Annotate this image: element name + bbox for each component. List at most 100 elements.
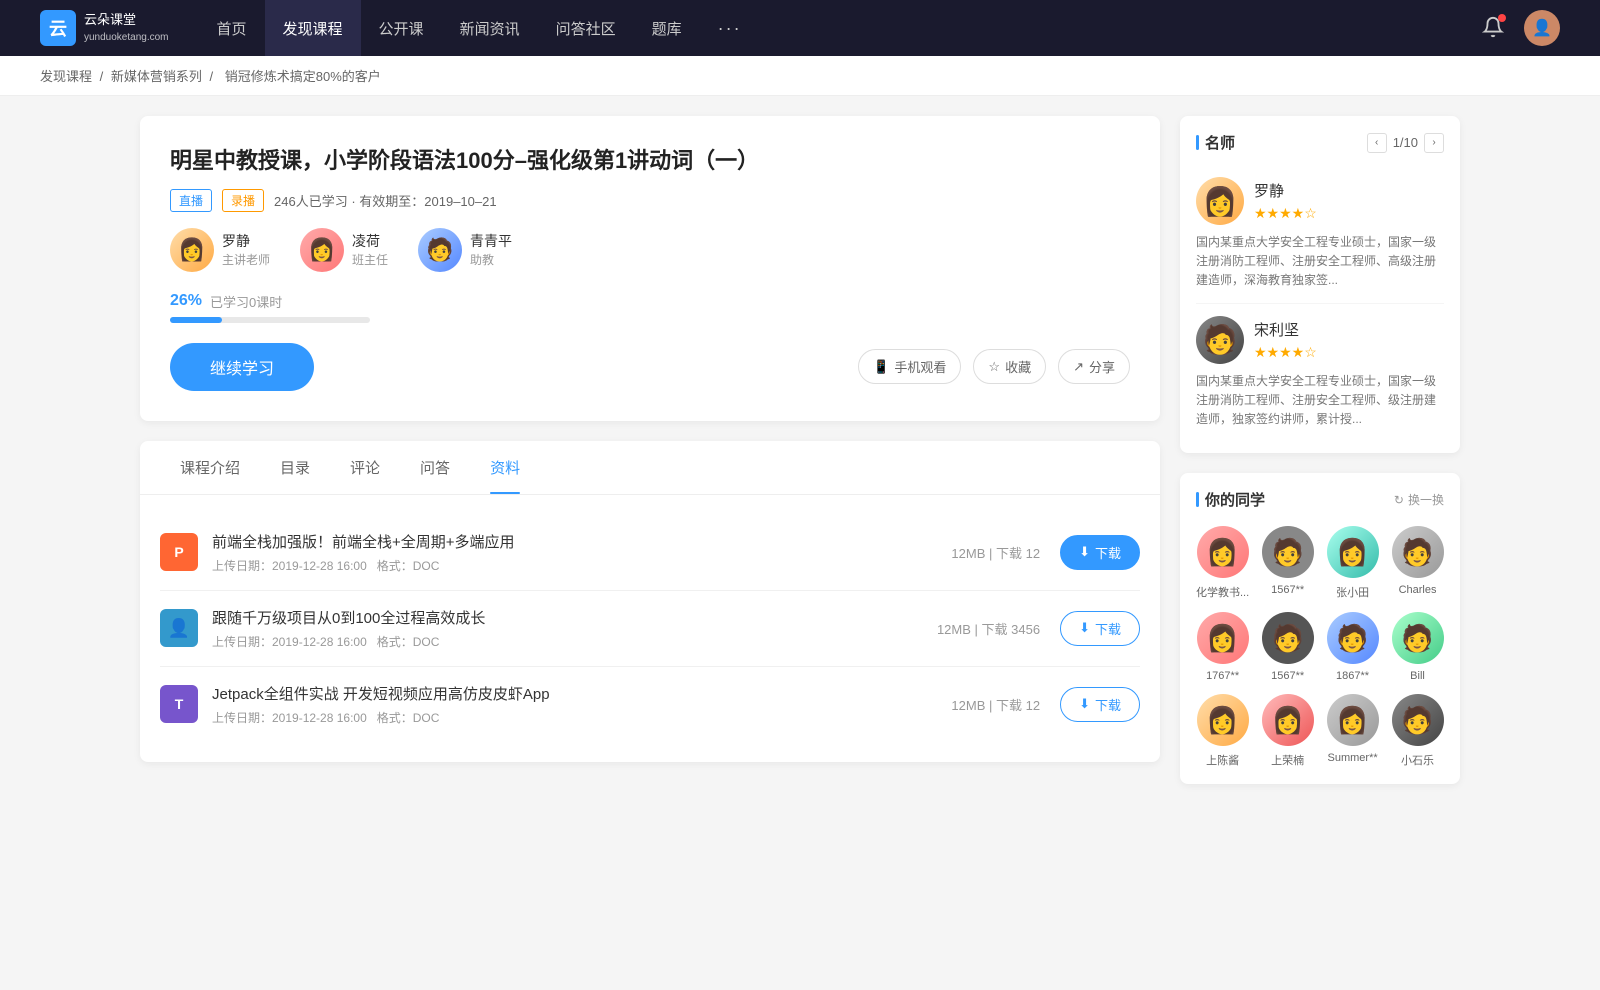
user-avatar-nav[interactable]: 👤 [1524, 10, 1560, 46]
classmate-name-8: 上陈酱 [1206, 752, 1239, 768]
file-stats-2: 12MB | 下载 12 [951, 695, 1040, 714]
download-label-1: 下载 [1095, 619, 1121, 638]
classmate-2[interactable]: 👩 张小田 [1326, 526, 1379, 600]
teacher-0: 👩 罗静 主讲老师 [170, 228, 270, 272]
logo[interactable]: 云 云朵课堂yunduoketang.com [40, 10, 169, 46]
classmate-avatar-11: 🧑 [1392, 694, 1444, 746]
progress-bar-bg [170, 317, 370, 323]
teachers-sidebar-header: 名师 ‹ 1/10 › [1180, 116, 1460, 153]
nav-open[interactable]: 公开课 [361, 0, 442, 56]
file-stats-0: 12MB | 下载 12 [951, 543, 1040, 562]
badge-live: 直播 [170, 189, 212, 212]
course-title: 明星中教授课，小学阶段语法100分–强化级第1讲动词（一） [170, 146, 1130, 177]
classmate-avatar-7: 🧑 [1392, 612, 1444, 664]
classmate-name-3: Charles [1399, 584, 1437, 596]
favorite-button[interactable]: ☆ 收藏 [973, 349, 1046, 384]
tab-toc[interactable]: 目录 [260, 441, 330, 494]
logo-text: 云朵课堂yunduoketang.com [84, 12, 169, 44]
download-button-0[interactable]: ⬇ 下载 [1060, 535, 1140, 570]
refresh-label: 换一换 [1408, 491, 1444, 508]
tab-qa[interactable]: 问答 [400, 441, 470, 494]
continue-button[interactable]: 继续学习 [170, 343, 314, 391]
breadcrumb-series[interactable]: 新媒体营销系列 [111, 69, 202, 84]
notification-dot [1498, 14, 1506, 22]
breadcrumb: 发现课程 / 新媒体营销系列 / 销冠修炼术搞定80%的客户 [0, 56, 1600, 96]
download-label-2: 下载 [1095, 695, 1121, 714]
classmate-avatar-0: 👩 [1197, 526, 1249, 578]
teacher-name-0: 罗静 [222, 231, 270, 251]
refresh-icon: ↻ [1394, 493, 1404, 507]
classmates-card: 你的同学 ↻ 换一换 👩 化学教书... 🧑 1567** 👩 张小田 [1180, 473, 1460, 784]
teacher-role-2: 助教 [470, 251, 512, 268]
refresh-button[interactable]: ↻ 换一换 [1394, 491, 1444, 508]
classmate-7[interactable]: 🧑 Bill [1391, 612, 1444, 682]
classmate-8[interactable]: 👩 上陈酱 [1196, 694, 1249, 768]
nav-news[interactable]: 新闻资讯 [442, 0, 538, 56]
breadcrumb-current: 销冠修炼术搞定80%的客户 [225, 69, 381, 84]
classmate-5[interactable]: 🧑 1567** [1261, 612, 1314, 682]
file-info-0: 前端全栈加强版！前端全栈+全周期+多端应用 上传日期：2019-12-28 16… [212, 531, 951, 574]
favorite-label: 收藏 [1005, 357, 1031, 376]
navbar: 云 云朵课堂yunduoketang.com 首页 发现课程 公开课 新闻资讯 … [0, 0, 1600, 56]
file-item-2: T Jetpack全组件实战 开发短视频应用高仿皮皮虾App 上传日期：2019… [160, 667, 1140, 742]
classmate-avatar-3: 🧑 [1392, 526, 1444, 578]
star-icon: ☆ [988, 359, 1000, 375]
nav-qa[interactable]: 问答社区 [538, 0, 634, 56]
classmate-4[interactable]: 👩 1767** [1196, 612, 1249, 682]
classmate-9[interactable]: 👩 上荣楠 [1261, 694, 1314, 768]
right-sidebar: 名师 ‹ 1/10 › 👩 罗静 ★★★★☆ [1180, 116, 1460, 804]
bell-icon[interactable] [1482, 16, 1504, 41]
teacher-prev-button[interactable]: ‹ [1367, 133, 1387, 153]
nav-more[interactable]: ··· [700, 0, 760, 56]
tab-review[interactable]: 评论 [330, 441, 400, 494]
file-name-2: Jetpack全组件实战 开发短视频应用高仿皮皮虾App [212, 683, 951, 704]
file-item-0: P 前端全栈加强版！前端全栈+全周期+多端应用 上传日期：2019-12-28 … [160, 515, 1140, 591]
file-info-2: Jetpack全组件实战 开发短视频应用高仿皮皮虾App 上传日期：2019-1… [212, 683, 951, 726]
download-button-2[interactable]: ⬇ 下载 [1060, 687, 1140, 722]
tabs-nav: 课程介绍 目录 评论 问答 资料 [140, 441, 1160, 495]
classmate-1[interactable]: 🧑 1567** [1261, 526, 1314, 600]
teacher-stars-0: ★★★★☆ [1254, 205, 1317, 222]
classmate-3[interactable]: 🧑 Charles [1391, 526, 1444, 600]
classmate-10[interactable]: 👩 Summer** [1326, 694, 1379, 768]
tab-content: P 前端全栈加强版！前端全栈+全周期+多端应用 上传日期：2019-12-28 … [140, 495, 1160, 762]
teacher-name-1: 凌荷 [352, 231, 388, 251]
nav-discover[interactable]: 发现课程 [265, 0, 361, 56]
nav-home[interactable]: 首页 [199, 0, 265, 56]
teacher-next-button[interactable]: › [1424, 133, 1444, 153]
action-buttons: 📱 手机观看 ☆ 收藏 ↗ 分享 [858, 349, 1130, 384]
classmate-name-7: Bill [1410, 670, 1425, 682]
teacher-stars-1: ★★★★☆ [1254, 344, 1317, 361]
teacher-role-0: 主讲老师 [222, 251, 270, 268]
teacher-avatar-1: 👩 [300, 228, 344, 272]
teacher-list-avatar-1: 🧑 [1196, 316, 1244, 364]
progress-percent: 26% [170, 292, 202, 310]
teacher-page: 1/10 [1393, 135, 1418, 150]
classmate-name-1: 1567** [1271, 584, 1304, 596]
classmate-avatar-9: 👩 [1262, 694, 1314, 746]
mobile-view-button[interactable]: 📱 手机观看 [858, 349, 961, 384]
file-icon-0: P [160, 533, 198, 571]
classmate-avatar-4: 👩 [1197, 612, 1249, 664]
teacher-name-2: 青青平 [470, 231, 512, 251]
nav-quiz[interactable]: 题库 [634, 0, 700, 56]
file-info-1: 跟随千万级项目从0到100全过程高效成长 上传日期：2019-12-28 16:… [212, 607, 937, 650]
file-meta-1: 上传日期：2019-12-28 16:00 格式：DOC [212, 633, 937, 650]
teacher-1: 👩 凌荷 班主任 [300, 228, 388, 272]
share-button[interactable]: ↗ 分享 [1058, 349, 1130, 384]
tab-materials[interactable]: 资料 [470, 441, 540, 494]
classmate-0[interactable]: 👩 化学教书... [1196, 526, 1249, 600]
classmate-avatar-5: 🧑 [1262, 612, 1314, 664]
classmate-name-11: 小石乐 [1401, 752, 1434, 768]
file-stats-1: 12MB | 下载 3456 [937, 619, 1040, 638]
classmates-grid: 👩 化学教书... 🧑 1567** 👩 张小田 🧑 Charles 👩 [1180, 518, 1460, 784]
teacher-avatar-0: 👩 [170, 228, 214, 272]
teachers: 👩 罗静 主讲老师 👩 凌荷 班主任 🧑 青青平 [170, 228, 1130, 272]
classmate-name-2: 张小田 [1336, 584, 1369, 600]
download-button-1[interactable]: ⬇ 下载 [1060, 611, 1140, 646]
action-row: 继续学习 📱 手机观看 ☆ 收藏 ↗ 分享 [170, 343, 1130, 391]
breadcrumb-discover[interactable]: 发现课程 [40, 69, 92, 84]
classmate-11[interactable]: 🧑 小石乐 [1391, 694, 1444, 768]
classmate-6[interactable]: 🧑 1867** [1326, 612, 1379, 682]
tab-intro[interactable]: 课程介绍 [160, 441, 260, 494]
